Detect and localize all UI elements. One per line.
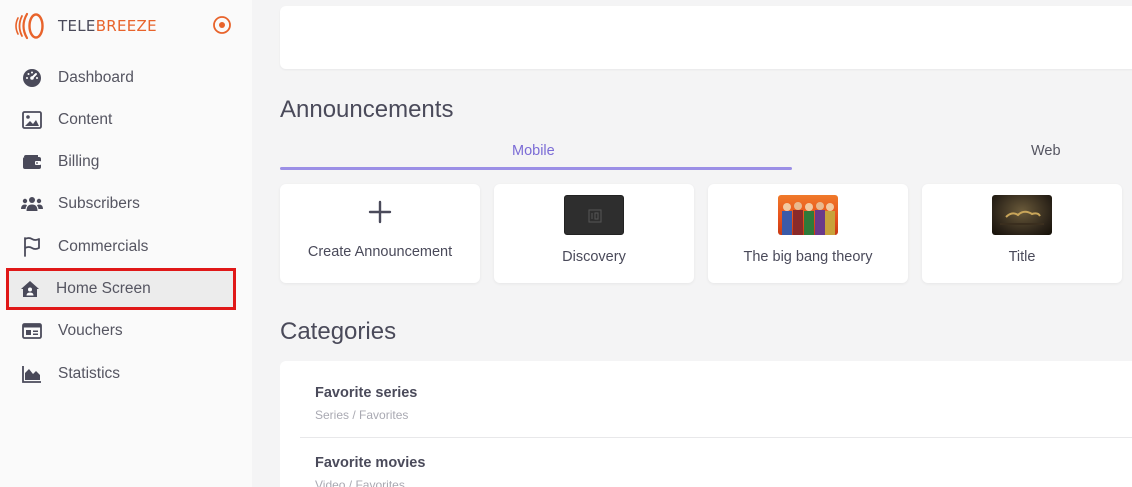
plus-icon — [368, 200, 392, 224]
sidebar-item-home-screen[interactable]: Home Screen — [6, 268, 236, 310]
active-tab-indicator — [280, 167, 792, 170]
id-card-icon — [21, 320, 43, 342]
telebreeze-logo-icon — [15, 12, 44, 40]
area-chart-icon — [21, 363, 43, 385]
house-user-icon — [19, 278, 41, 300]
sidebar: TELEBREEZE Dashboard Content Billing Sub… — [0, 0, 252, 487]
main-content: Announcements Mobile Web Create Announce… — [252, 0, 1132, 487]
sidebar-item-content[interactable]: Content — [8, 100, 234, 140]
tab-web[interactable]: Web — [1031, 143, 1061, 159]
sidebar-item-label: Billing — [58, 153, 100, 170]
movie-poster-thumbnail — [992, 195, 1052, 235]
sidebar-item-label: Home Screen — [56, 280, 151, 297]
card-label: Title — [1008, 249, 1036, 265]
sidebar-item-label: Subscribers — [58, 195, 140, 212]
card-label: Discovery — [562, 249, 626, 265]
announcement-tabs: Mobile Web — [280, 140, 1132, 170]
announcement-card-title[interactable]: Title — [922, 184, 1122, 283]
category-path: Series / Favorites — [315, 408, 409, 422]
sidebar-item-label: Dashboard — [58, 69, 134, 86]
sidebar-item-label: Content — [58, 111, 113, 128]
brand-logo[interactable]: TELEBREEZE — [14, 12, 157, 40]
flag-icon — [21, 236, 43, 258]
list-item[interactable]: Favorite movies Video / Favorites — [300, 433, 1132, 487]
sidebar-item-label: Statistics — [58, 365, 121, 382]
sidebar-item-statistics[interactable]: Statistics — [8, 354, 234, 394]
announcement-card-discovery[interactable]: Discovery — [494, 184, 694, 283]
tab-mobile[interactable]: Mobile — [512, 143, 555, 159]
brand-name: TELEBREEZE — [58, 17, 157, 35]
wallet-icon — [21, 151, 43, 173]
image-icon — [21, 109, 43, 131]
sidebar-item-label: Vouchers — [58, 322, 123, 339]
sidebar-item-commercials[interactable]: Commercials — [8, 227, 234, 267]
sidebar-item-vouchers[interactable]: Vouchers — [8, 311, 234, 351]
users-icon — [21, 193, 43, 215]
category-name: Favorite movies — [315, 455, 426, 471]
category-name: Favorite series — [315, 385, 418, 401]
categories-title: Categories — [280, 318, 397, 345]
sidebar-item-billing[interactable]: Billing — [8, 142, 234, 182]
dark-logo-thumbnail — [564, 195, 624, 235]
sidebar-item-label: Commercials — [58, 238, 149, 255]
announcements-title: Announcements — [280, 96, 454, 123]
sidebar-item-subscribers[interactable]: Subscribers — [8, 184, 234, 224]
target-icon[interactable] — [212, 15, 232, 35]
announcement-card-big-bang-theory[interactable]: The big bang theory — [708, 184, 908, 283]
dashboard-gauge-icon — [21, 67, 43, 89]
list-item[interactable]: Favorite series Series / Favorites — [300, 363, 1132, 437]
categories-list: Favorite series Series / Favorites Favor… — [280, 361, 1132, 487]
card-label: The big bang theory — [743, 249, 873, 265]
card-label: Create Announcement — [307, 244, 453, 260]
cast-photo-thumbnail — [778, 195, 838, 235]
create-announcement-card[interactable]: Create Announcement — [280, 184, 480, 283]
top-panel — [280, 6, 1132, 69]
sidebar-item-dashboard[interactable]: Dashboard — [8, 58, 234, 98]
category-path: Video / Favorites — [315, 478, 405, 487]
